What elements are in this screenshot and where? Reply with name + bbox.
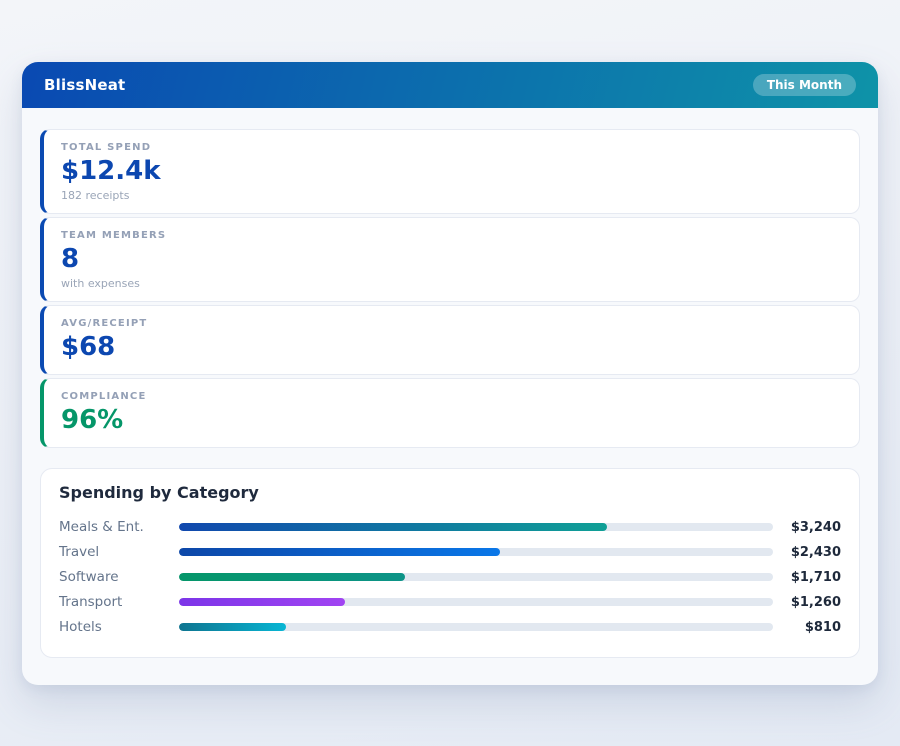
bar-fill xyxy=(179,548,500,556)
category-label: Hotels xyxy=(59,619,179,635)
category-value: $1,710 xyxy=(783,570,841,585)
bar-fill xyxy=(179,598,345,606)
category-value: $1,260 xyxy=(783,595,841,610)
chart-row-hotels: Hotels $810 xyxy=(59,615,841,640)
bar-fill xyxy=(179,573,405,581)
stat-label: TEAM MEMBERS xyxy=(61,230,842,241)
stat-card-total-spend: TOTAL SPEND $12.4k 182 receipts xyxy=(40,129,860,214)
category-label: Transport xyxy=(59,594,179,610)
bar-track xyxy=(179,623,773,631)
dashboard-card: BlissNeat This Month TOTAL SPEND $12.4k … xyxy=(22,62,878,685)
stat-value: 96% xyxy=(61,406,842,436)
stat-card-compliance: COMPLIANCE 96% xyxy=(40,378,860,448)
stat-label: COMPLIANCE xyxy=(61,391,842,402)
stat-label: TOTAL SPEND xyxy=(61,142,842,153)
period-badge[interactable]: This Month xyxy=(753,74,856,96)
bar-track xyxy=(179,548,773,556)
stat-value: $68 xyxy=(61,333,842,363)
chart-rows: Meals & Ent. $3,240 Travel $2,430 Softwa… xyxy=(59,515,841,640)
bar-track xyxy=(179,523,773,531)
bar-fill xyxy=(179,523,607,531)
category-value: $3,240 xyxy=(783,520,841,535)
stat-card-team-members: TEAM MEMBERS 8 with expenses xyxy=(40,217,860,302)
app-header: BlissNeat This Month xyxy=(22,62,878,108)
bar-track xyxy=(179,573,773,581)
stat-value: $12.4k xyxy=(61,157,842,187)
dashboard-content: TOTAL SPEND $12.4k 182 receipts TEAM MEM… xyxy=(22,108,878,658)
app-title: BlissNeat xyxy=(44,76,125,94)
chart-row-meals: Meals & Ent. $3,240 xyxy=(59,515,841,540)
stat-subtext: 182 receipts xyxy=(61,189,842,202)
category-label: Travel xyxy=(59,544,179,560)
stat-label: AVG/RECEIPT xyxy=(61,318,842,329)
bar-track xyxy=(179,598,773,606)
chart-row-software: Software $1,710 xyxy=(59,565,841,590)
stat-card-avg-receipt: AVG/RECEIPT $68 xyxy=(40,305,860,375)
spending-by-category-chart: Spending by Category Meals & Ent. $3,240… xyxy=(40,468,860,658)
category-label: Software xyxy=(59,569,179,585)
category-label: Meals & Ent. xyxy=(59,519,179,535)
category-value: $2,430 xyxy=(783,545,841,560)
chart-title: Spending by Category xyxy=(59,483,841,502)
bar-fill xyxy=(179,623,286,631)
stat-value: 8 xyxy=(61,245,842,275)
chart-row-transport: Transport $1,260 xyxy=(59,590,841,615)
category-value: $810 xyxy=(783,620,841,635)
chart-row-travel: Travel $2,430 xyxy=(59,540,841,565)
stat-subtext: with expenses xyxy=(61,277,842,290)
